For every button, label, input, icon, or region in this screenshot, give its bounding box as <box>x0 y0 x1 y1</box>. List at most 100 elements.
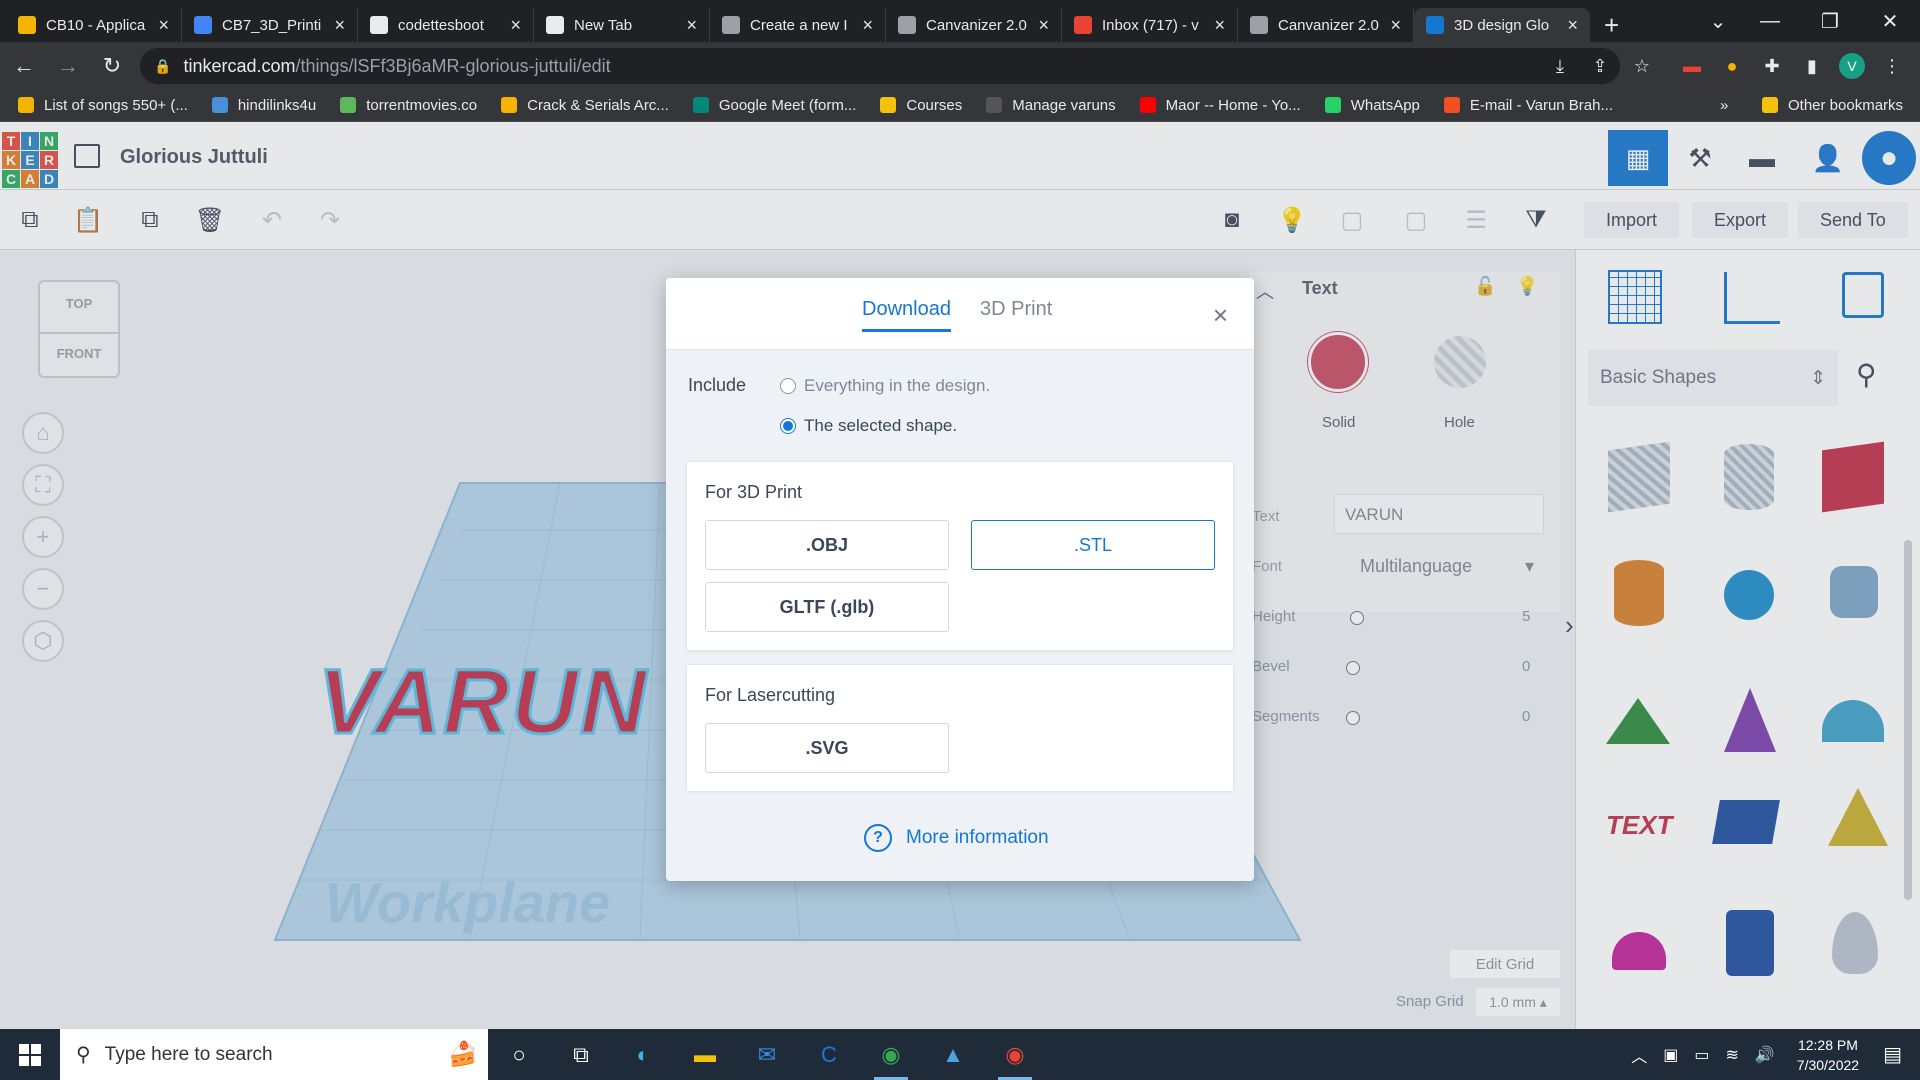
taskbar-search[interactable]: ⚲ Type here to search 🍰 <box>60 1029 488 1080</box>
bookmark-favicon-icon <box>211 97 228 113</box>
tabs-container: CB10 - Applica × CB7_3D_Printi × codettesboo… <box>6 8 1590 42</box>
radio-circle-icon <box>780 378 796 394</box>
docs-icon <box>194 16 212 34</box>
mail-icon[interactable]: ✉ <box>736 1029 798 1080</box>
browser-tab[interactable]: 3D design Glo × <box>1414 8 1590 42</box>
bookmark-item[interactable]: Courses <box>880 97 962 114</box>
profile-initial: V <box>1839 53 1865 79</box>
tab-close-icon[interactable]: × <box>1567 15 1578 36</box>
url-path: /things/lSFf3Bj6aMR-glorious-juttuli/edi… <box>295 55 611 76</box>
canva-app-icon[interactable]: C <box>798 1029 860 1080</box>
reload-icon[interactable]: ↻ <box>92 46 132 86</box>
stl-button[interactable]: .STL <box>971 520 1215 570</box>
back-icon[interactable]: ← <box>4 46 44 86</box>
extensions-puzzle-icon[interactable]: ✚ <box>1756 50 1788 82</box>
obj-button[interactable]: .OBJ <box>705 520 949 570</box>
tinkercad-icon <box>1426 16 1444 34</box>
browser-tab[interactable]: Inbox (717) - v × <box>1062 8 1238 42</box>
section-3d-print-title: For 3D Print <box>705 482 803 502</box>
new-tab-button[interactable]: + <box>1590 8 1633 42</box>
loading-icon <box>1250 16 1268 34</box>
tab-close-icon[interactable]: × <box>862 15 873 36</box>
browser-tab[interactable]: CB10 - Applica × <box>6 8 182 42</box>
tab-close-icon[interactable]: × <box>510 15 521 36</box>
share-icon[interactable]: ⇪ <box>1584 50 1616 82</box>
chrome-profile-icon[interactable]: ◉ <box>860 1029 922 1080</box>
extension-honey-icon[interactable]: ● <box>1716 50 1748 82</box>
start-button[interactable] <box>0 1029 60 1080</box>
bookmark-item[interactable]: Maor -- Home - Yo... <box>1139 97 1301 114</box>
radio-everything-label: Everything in the design. <box>804 376 991 395</box>
bookmark-favicon-icon <box>1443 97 1460 113</box>
bookmark-item[interactable]: List of songs 550+ (... <box>18 97 188 114</box>
tab-download[interactable]: Download <box>862 298 951 332</box>
bookmark-label: Manage varuns <box>1012 96 1116 114</box>
install-app-icon[interactable]: ⤓ <box>1544 50 1576 82</box>
close-icon[interactable]: × <box>1213 300 1228 331</box>
chrome-icon[interactable]: ◉ <box>984 1029 1046 1080</box>
bookmark-item[interactable]: Manage varuns <box>986 96 1116 114</box>
tab-close-icon[interactable]: × <box>334 15 345 36</box>
restore-icon[interactable]: ❐ <box>1800 0 1860 42</box>
photos-icon[interactable]: ▲ <box>922 1029 984 1080</box>
loading-icon <box>722 16 740 34</box>
tab-close-icon[interactable]: × <box>158 15 169 36</box>
browser-tab[interactable]: codettesboot × <box>358 8 534 42</box>
file-explorer-icon[interactable]: ▬ <box>674 1029 736 1080</box>
show-hidden-icons-chevron-icon[interactable]: ︿ <box>1631 1043 1647 1067</box>
side-panel-icon[interactable]: ▮ <box>1796 50 1828 82</box>
bookmark-label: torrentmovies.co <box>366 96 478 114</box>
tab-search-chevron-icon[interactable]: ⌄ <box>1688 0 1748 42</box>
bookmark-label: Google Meet (form... <box>718 96 857 114</box>
modal-header: Download 3D Print × <box>666 278 1254 350</box>
chrome-menu-icon[interactable]: ⋮ <box>1876 50 1908 82</box>
battery-icon[interactable]: ▭ <box>1694 1045 1709 1065</box>
bookmark-star-icon[interactable]: ☆ <box>1626 50 1658 82</box>
browser-tab[interactable]: Canvanizer 2.0 × <box>1238 8 1414 42</box>
extension-red-icon[interactable]: ▬ <box>1676 50 1708 82</box>
browser-tab[interactable]: New Tab × <box>534 8 710 42</box>
edge-icon[interactable]: ◐ <box>612 1029 674 1080</box>
search-icon: ⚲ <box>76 1044 91 1066</box>
tab-3d-print[interactable]: 3D Print <box>980 298 1052 332</box>
task-view-icon[interactable]: ⧉ <box>550 1029 612 1080</box>
taskbar-clock[interactable]: 12:28 PM 7/30/2022 <box>1797 1035 1859 1075</box>
other-bookmarks[interactable]: Other bookmarks <box>1762 97 1903 114</box>
tab-close-icon[interactable]: × <box>686 15 697 36</box>
cortana-icon[interactable]: ○ <box>488 1029 550 1080</box>
tab-close-icon[interactable]: × <box>1390 15 1401 36</box>
gltf-button[interactable]: GLTF (.glb) <box>705 582 949 632</box>
tab-close-icon[interactable]: × <box>1214 15 1225 36</box>
browser-tab[interactable]: Canvanizer 2.0 × <box>886 8 1062 42</box>
bookmark-label: hindilinks4u <box>237 96 317 114</box>
bookmark-item[interactable]: Google Meet (form... <box>692 96 857 114</box>
bookmark-item[interactable]: hindilinks4u <box>211 96 317 114</box>
close-window-icon[interactable]: ✕ <box>1860 0 1920 42</box>
tab-close-icon[interactable]: × <box>1038 15 1049 36</box>
radio-selected-shape[interactable]: The selected shape. <box>780 416 957 436</box>
forward-icon[interactable]: → <box>48 46 88 86</box>
bookmark-item[interactable]: WhatsApp <box>1324 97 1420 114</box>
minimize-icon[interactable]: — <box>1740 0 1800 42</box>
notifications-icon[interactable]: ▤ <box>1883 1042 1902 1067</box>
system-tray: ︿ ▣ ▭ ≋ 🔊 12:28 PM 7/30/2022 ▤ <box>1623 1029 1920 1080</box>
bookmark-item[interactable]: Crack & Serials Arc... <box>501 97 669 114</box>
meet-now-icon[interactable]: ▣ <box>1663 1045 1678 1065</box>
search-highlight-icon: 🍰 <box>448 1041 478 1068</box>
browser-tab[interactable]: CB7_3D_Printi × <box>182 8 358 42</box>
bookmark-item[interactable]: torrentmovies.co <box>340 97 477 114</box>
volume-icon[interactable]: 🔊 <box>1755 1045 1775 1065</box>
address-bar[interactable]: 🔒 tinkercad.com/things/lSFf3Bj6aMR-glori… <box>140 48 1620 84</box>
bookmarks-overflow[interactable]: » <box>1720 97 1728 114</box>
section-3d-print: For 3D Print .OBJ .STL GLTF (.glb) <box>686 461 1234 651</box>
bookmark-label: E-mail - Varun Brah... <box>1469 96 1613 114</box>
bookmark-item[interactable]: E-mail - Varun Brah... <box>1443 96 1613 114</box>
browser-tab[interactable]: Create a new I × <box>710 8 886 42</box>
more-information-link[interactable]: ? More information <box>864 824 1049 852</box>
svg-button[interactable]: .SVG <box>705 723 949 773</box>
radio-everything[interactable]: Everything in the design. <box>780 376 990 396</box>
wifi-icon[interactable]: ≋ <box>1725 1045 1738 1065</box>
profile-avatar[interactable]: V <box>1836 50 1868 82</box>
bookmark-favicon-icon <box>1139 97 1156 113</box>
taskbar-search-placeholder: Type here to search <box>104 1043 273 1065</box>
